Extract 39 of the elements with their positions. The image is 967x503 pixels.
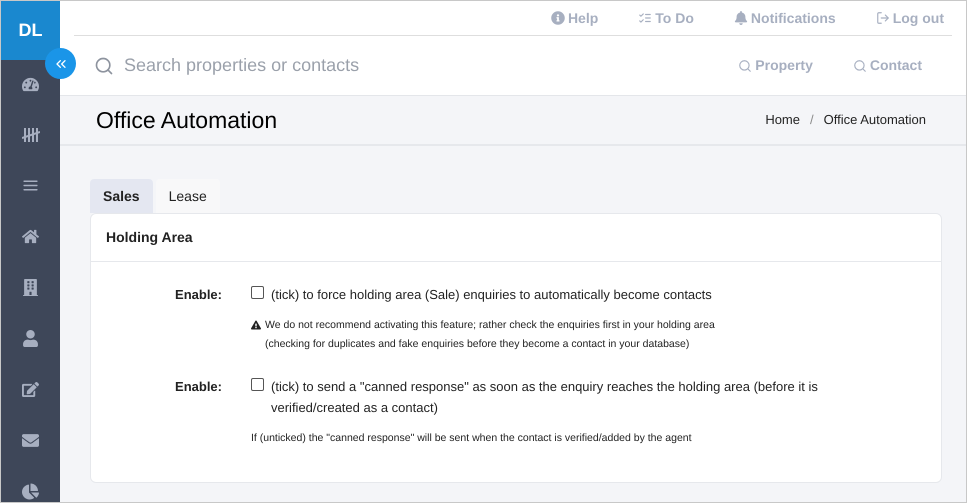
top-link[interactable]: Log out bbox=[876, 8, 944, 28]
search-icon bbox=[738, 58, 752, 72]
page-title: Office Automation bbox=[96, 106, 278, 135]
search-icon bbox=[852, 58, 867, 72]
setting-description: (tick) to send a "canned response" as soon as the enquiry reaches the holding area (before it is verified/created as a contact) bbox=[271, 378, 819, 417]
logout-icon bbox=[876, 11, 890, 25]
search-field[interactable]: Search properties or contacts bbox=[124, 52, 738, 79]
card-title: Holding Area bbox=[106, 228, 193, 247]
setting-note: We do not recommend activating this feature; rather check the enquiries first in your holding area (checking for duplicates and fake enquiries before they become a contact in your database) bbox=[265, 318, 715, 352]
setting-label: Enable: bbox=[174, 286, 222, 304]
tally-icon[interactable] bbox=[22, 127, 40, 143]
home-icon[interactable] bbox=[22, 228, 39, 245]
building-icon[interactable] bbox=[22, 279, 39, 296]
breadcrumb-item: Office Automation bbox=[824, 111, 926, 130]
envelope-icon[interactable] bbox=[22, 432, 39, 449]
breadcrumb-separator: / bbox=[810, 111, 814, 130]
search-icon bbox=[94, 56, 114, 76]
checklist-icon bbox=[638, 11, 652, 25]
checkbox[interactable] bbox=[251, 286, 264, 299]
setting-label: Enable: bbox=[174, 378, 222, 396]
top-link[interactable]: To Do bbox=[638, 8, 694, 28]
tab[interactable]: Lease bbox=[156, 179, 220, 213]
checkbox[interactable] bbox=[251, 378, 264, 391]
breadcrumb-item[interactable]: Home bbox=[765, 110, 800, 130]
user-icon[interactable] bbox=[22, 330, 39, 347]
warning-icon bbox=[251, 320, 261, 330]
pie-chart-icon[interactable] bbox=[22, 483, 39, 500]
top-link[interactable]: Help bbox=[550, 8, 598, 28]
setting-description: (tick) to force holding area (Sale) enquiries to automatically become contacts bbox=[271, 286, 712, 304]
tab[interactable]: Sales bbox=[90, 179, 153, 213]
bell-icon bbox=[734, 11, 748, 25]
logo[interactable]: DL bbox=[1, 1, 60, 60]
edit-icon[interactable] bbox=[22, 381, 39, 398]
gauge-icon[interactable] bbox=[22, 76, 39, 93]
setting-note: If (unticked) the "canned response" will be sent when the contact is verified/added by the agent bbox=[251, 431, 692, 446]
info-icon bbox=[550, 11, 565, 25]
search-type-button[interactable]: Contact bbox=[852, 55, 922, 76]
top-link[interactable]: Notifications bbox=[734, 8, 836, 28]
search-type-button[interactable]: Property bbox=[738, 55, 813, 76]
